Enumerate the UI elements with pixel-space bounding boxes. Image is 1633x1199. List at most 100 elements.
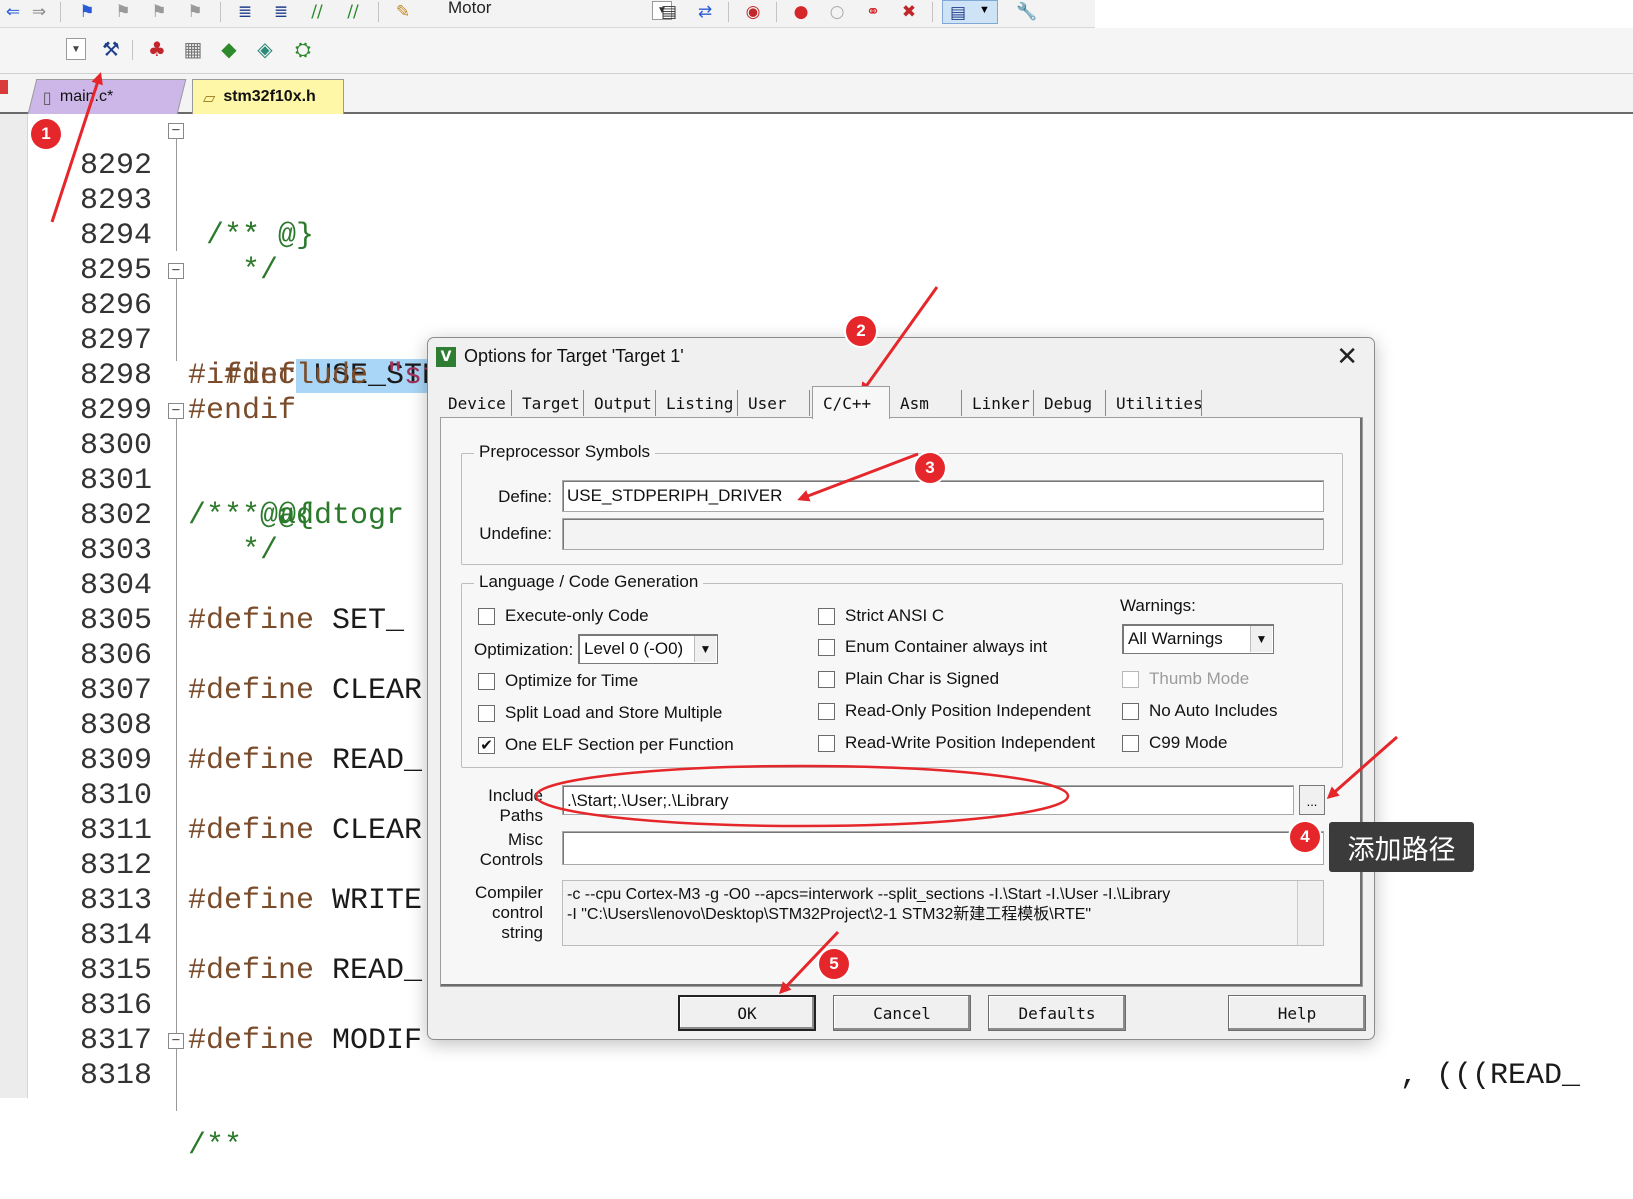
tab-output[interactable]: Output <box>584 390 656 416</box>
help-button[interactable]: Help <box>1228 995 1366 1031</box>
compiler-control-string-label: Compiler control string <box>461 883 543 943</box>
clear-bookmarks-icon[interactable]: ⚑ <box>182 0 208 24</box>
chevron-down-icon: ▼ <box>979 4 990 16</box>
checkbox-label: One ELF Section per Function <box>505 735 734 754</box>
split-load-store-checkbox[interactable]: Split Load and Store Multiple <box>478 703 722 723</box>
fold-toggle[interactable]: − <box>168 123 184 139</box>
editor-margin <box>0 114 28 1098</box>
misc-controls-input[interactable] <box>562 831 1324 865</box>
debug-start-icon[interactable]: ◉ <box>740 0 766 24</box>
warnings-select[interactable]: All Warnings ▼ <box>1122 624 1274 654</box>
execute-only-checkbox[interactable]: Execute-only Code <box>478 606 649 626</box>
preprocessor-symbols-group: Preprocessor Symbols Define: USE_STDPERI… <box>461 442 1343 565</box>
select-packs-icon[interactable]: ▦ <box>180 37 206 61</box>
label-line: Paths <box>499 806 543 825</box>
strict-ansi-c-checkbox[interactable]: Strict ANSI C <box>818 606 944 626</box>
kill-breakpoints-icon[interactable]: ✖ <box>896 0 922 24</box>
label-line: Include <box>488 786 543 805</box>
manage-project-items-icon[interactable]: ♣ <box>144 37 170 61</box>
browse-include-paths-button[interactable]: ... <box>1299 785 1325 815</box>
optimize-for-time-checkbox[interactable]: Optimize for Time <box>478 671 638 691</box>
tab-target[interactable]: Target <box>512 390 584 416</box>
next-bookmark-icon[interactable]: ⚑ <box>146 0 172 24</box>
scrollbar[interactable] <box>1297 881 1323 945</box>
checkbox-box <box>1122 734 1139 752</box>
back-arrow-icon[interactable]: ⇐ <box>0 0 26 24</box>
target-name: Motor <box>448 0 492 17</box>
target-select-dropdown[interactable]: ▼ <box>66 38 86 60</box>
optimization-select[interactable]: Level 0 (-O0) ▼ <box>578 634 718 664</box>
dialog-titlebar[interactable]: V Options for Target 'Target 1' ✕ <box>428 338 1374 378</box>
checkbox-label: C99 Mode <box>1149 733 1228 752</box>
unindent-icon[interactable]: ≣ <box>268 0 294 24</box>
tab-user[interactable]: User <box>738 390 810 416</box>
checkbox-label: Thumb Mode <box>1149 669 1250 688</box>
one-elf-section-checkbox[interactable]: ✔ One ELF Section per Function <box>478 735 734 755</box>
tab-device[interactable]: Device <box>438 390 512 416</box>
code-line: 8295 <box>28 219 1633 288</box>
comment-icon[interactable]: // <box>304 0 330 24</box>
c-cpp-tab-panel: Preprocessor Symbols Define: USE_STDPERI… <box>440 417 1363 987</box>
configure-icon[interactable]: 🔧 <box>1014 0 1040 24</box>
fold-toggle[interactable]: − <box>168 263 184 279</box>
step-badge-4: 4 <box>1290 822 1320 852</box>
checkbox-label: Read-Only Position Independent <box>845 701 1091 720</box>
ok-button[interactable]: OK <box>678 995 816 1031</box>
include-paths-input[interactable]: .\Start;.\User;.\Library <box>562 785 1294 815</box>
indent-icon[interactable]: ≣ <box>232 0 258 24</box>
pack-installer-icon[interactable]: ◈ <box>252 37 278 61</box>
file-extensions-icon[interactable]: ▤ <box>656 0 682 24</box>
uncomment-icon[interactable]: // <box>340 0 366 24</box>
read-only-position-independent-checkbox[interactable]: Read-Only Position Independent <box>818 701 1091 721</box>
toolbar-separator <box>132 40 133 60</box>
compiler-string-line: -I "C:\Users\lenovo\Desktop\STM32Project… <box>567 906 1092 923</box>
window-layout-button[interactable]: ▤ ▼ <box>942 0 998 24</box>
main-toolbar: ⇐ ⇒ ⚑ ⚑ ⚑ ⚑ ≣ ≣ // // ✎ Motor ▼ ▤ ⇄ ◉ ● … <box>0 0 1095 28</box>
c99-mode-checkbox[interactable]: C99 Mode <box>1122 733 1227 753</box>
tab-debug[interactable]: Debug <box>1034 390 1106 416</box>
checkbox-box <box>818 638 835 656</box>
event-recorder-icon[interactable]: ⛭ <box>290 37 316 61</box>
plain-char-signed-checkbox[interactable]: Plain Char is Signed <box>818 669 999 689</box>
options-for-target-icon[interactable]: ⚒ <box>98 37 124 61</box>
toolbar-separator <box>728 2 729 22</box>
checkbox-box <box>478 672 495 690</box>
code-line: 8294 */ <box>28 184 1633 288</box>
step-badge-1: 1 <box>31 119 61 149</box>
tab-listing[interactable]: Listing <box>656 390 738 416</box>
undefine-input[interactable] <box>562 518 1324 550</box>
manage-components-icon[interactable]: ⇄ <box>692 0 718 24</box>
tab-utilities[interactable]: Utilities <box>1106 390 1203 416</box>
prev-bookmark-icon[interactable]: ⚑ <box>110 0 136 24</box>
load-icon[interactable]: ✎ <box>390 0 416 24</box>
options-for-target-dialog: V Options for Target 'Target 1' ✕ Device… <box>427 337 1375 1040</box>
disable-breakpoint-icon[interactable]: ○ <box>824 0 850 24</box>
manage-rte-icon[interactable]: ◆ <box>216 37 242 61</box>
tab-asm[interactable]: Asm <box>890 390 962 416</box>
enum-container-int-checkbox[interactable]: Enum Container always int <box>818 637 1047 657</box>
no-auto-includes-checkbox[interactable]: No Auto Includes <box>1122 701 1278 721</box>
checkbox-label: Optimize for Time <box>505 671 639 690</box>
bookmark-flag-icon[interactable]: ⚑ <box>74 0 100 24</box>
breakpoint-icon[interactable]: ● <box>788 0 814 24</box>
checkbox-box <box>478 704 495 722</box>
tab-c-cpp[interactable]: C/C++ <box>812 386 890 419</box>
define-input[interactable]: USE_STDPERIPH_DRIVER <box>562 480 1324 512</box>
tab-main-c[interactable]: ▯ main.c* <box>27 79 187 114</box>
defaults-button[interactable]: Defaults <box>988 995 1126 1031</box>
tab-label: stm32f10x.h <box>223 88 316 105</box>
read-write-position-independent-checkbox[interactable]: Read-Write Position Independent <box>818 733 1095 753</box>
close-icon[interactable]: ✕ <box>1336 342 1358 372</box>
fold-toggle[interactable]: − <box>168 403 184 419</box>
undefine-label: Undefine: <box>479 524 552 543</box>
checkmark-icon: ✔ <box>478 736 495 754</box>
fold-toggle[interactable]: − <box>168 1033 184 1049</box>
dialog-title: Options for Target 'Target 1' <box>464 346 684 366</box>
cancel-button[interactable]: Cancel <box>833 995 971 1031</box>
disable-all-breakpoints-icon[interactable]: ⚭ <box>860 0 886 24</box>
checkbox-label: Plain Char is Signed <box>845 669 1000 688</box>
code-text: /** <box>188 1129 243 1163</box>
tab-stm32f10x-h[interactable]: ▱ stm32f10x.h <box>192 79 344 114</box>
forward-arrow-icon[interactable]: ⇒ <box>26 0 52 24</box>
tab-linker[interactable]: Linker <box>962 390 1034 416</box>
